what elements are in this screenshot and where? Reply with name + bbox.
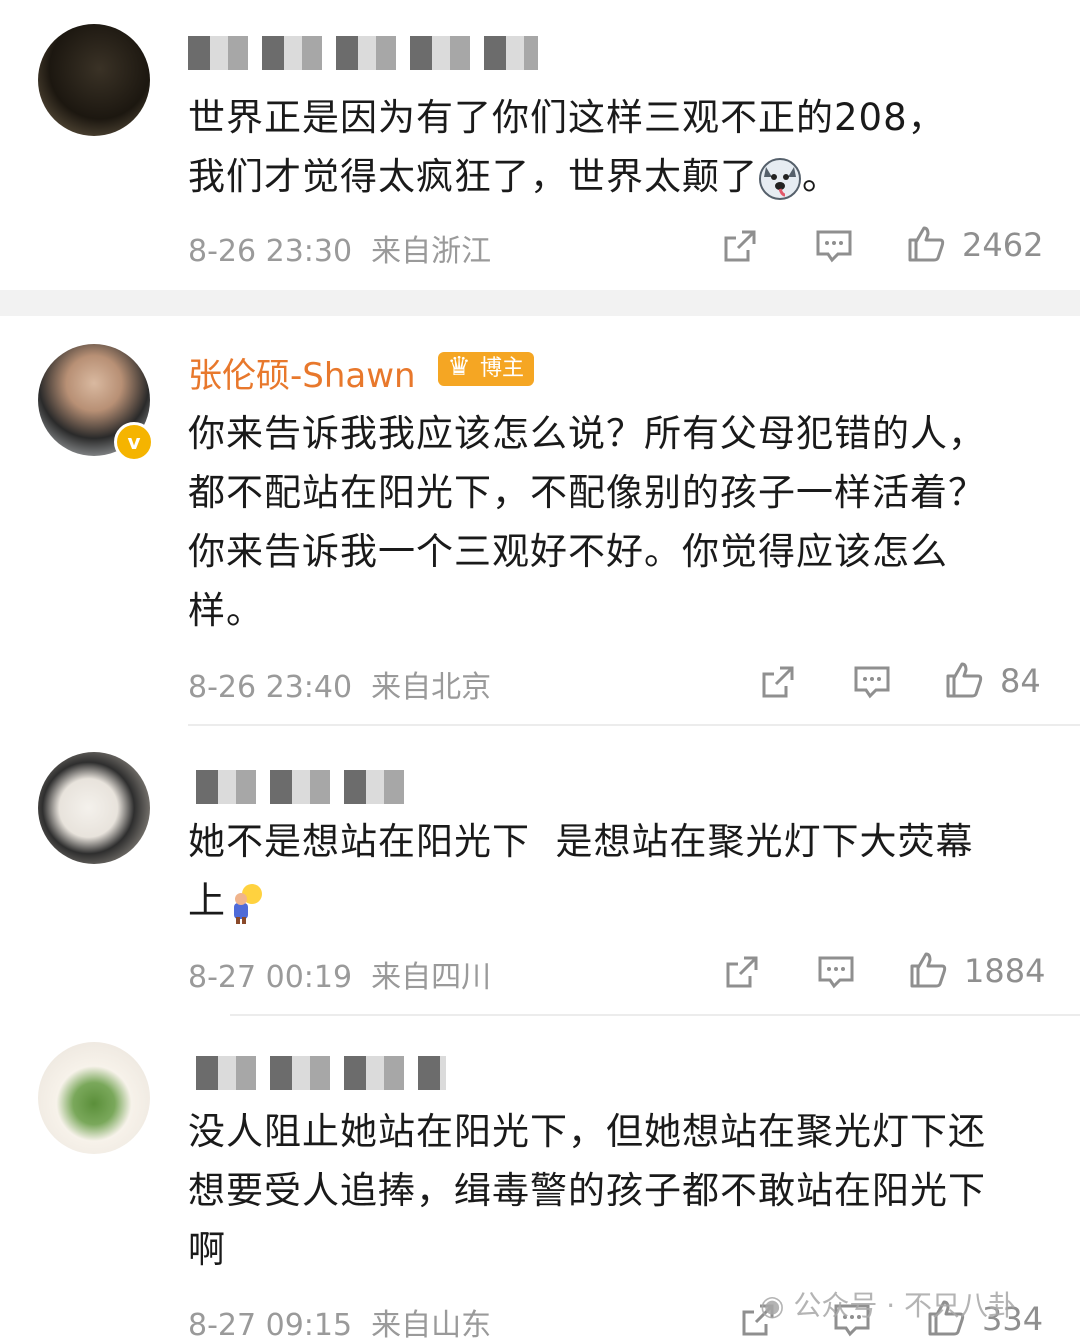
- comment-icon: [818, 956, 854, 989]
- avatar[interactable]: [38, 24, 150, 136]
- comment-location: 来自四川: [371, 960, 492, 995]
- comment-time: 8-26 23:40: [188, 670, 353, 705]
- comment-time: 8-26 23:30: [188, 234, 353, 269]
- comment-location: 来自北京: [371, 670, 492, 705]
- like-icon: [908, 226, 945, 262]
- comment-icon: [816, 230, 852, 263]
- share-button[interactable]: [722, 952, 762, 992]
- like-button[interactable]: [906, 224, 946, 264]
- like-icon: [910, 952, 947, 988]
- lightbulb-emoji-icon: [226, 881, 270, 925]
- avatar[interactable]: [38, 1042, 150, 1154]
- comment-meta: 8-27 09:15 来自山东: [188, 1300, 491, 1344]
- like-button[interactable]: [908, 950, 948, 990]
- share-icon: [724, 230, 756, 262]
- comment-text: 你来告诉我我应该怎么说？所有父母犯错的人， 都不配站在阳光下，不配像别的孩子一样…: [188, 412, 986, 632]
- like-count: 1884: [964, 952, 1046, 990]
- blogger-tag: ♛ 博主: [438, 352, 535, 386]
- comment-text: 世界正是因为有了你们这样三观不正的208， 我们才觉得太疯狂了，世界太颠了。: [188, 88, 1048, 206]
- share-icon: [762, 666, 794, 698]
- username-blurred[interactable]: [196, 770, 412, 804]
- comment-time: 8-27 00:19: [188, 960, 353, 995]
- share-icon: [726, 956, 758, 988]
- comment-divider: [230, 1014, 1080, 1016]
- share-button[interactable]: [720, 226, 760, 266]
- crown-icon: ♛: [447, 352, 471, 382]
- like-count: 84: [1000, 662, 1041, 700]
- username-blurred[interactable]: [188, 36, 538, 70]
- username[interactable]: 张伦硕-Shawn: [188, 348, 416, 397]
- verified-badge: v: [114, 422, 154, 462]
- like-count: 2462: [962, 226, 1044, 264]
- avatar[interactable]: [38, 752, 150, 864]
- reply-button[interactable]: [816, 952, 856, 992]
- reply-button[interactable]: [814, 226, 854, 266]
- comment-meta: 8-27 00:19 来自四川: [188, 952, 491, 996]
- comment-text: 她不是想站在阳光下 是想站在聚光灯下大荧幕 上: [188, 812, 1048, 930]
- comment-meta: 8-26 23:30 来自浙江: [188, 226, 491, 270]
- like-icon: [946, 662, 983, 698]
- watermark: ◉ 公众号 · 不只八卦: [760, 1289, 1017, 1322]
- comment-icon: [854, 666, 890, 699]
- comment-divider: [188, 724, 1080, 726]
- comment-time: 8-27 09:15: [188, 1308, 353, 1343]
- comment-location: 来自山东: [371, 1308, 492, 1343]
- like-button[interactable]: [944, 660, 984, 700]
- reply-button[interactable]: [852, 662, 892, 702]
- comment-meta: 8-26 23:40 来自北京: [188, 662, 491, 706]
- comment-text: 没人阻止她站在阳光下，但她想站在聚光灯下还 想要受人追捧，缉毒警的孩子都不敢站在…: [188, 1110, 986, 1271]
- username-blurred[interactable]: [196, 1056, 446, 1090]
- wechat-icon: ◉: [760, 1289, 785, 1322]
- share-button[interactable]: [758, 662, 798, 702]
- section-divider: [0, 290, 1080, 316]
- comment-location: 来自浙江: [371, 234, 492, 269]
- dog-emoji-icon: [758, 157, 802, 201]
